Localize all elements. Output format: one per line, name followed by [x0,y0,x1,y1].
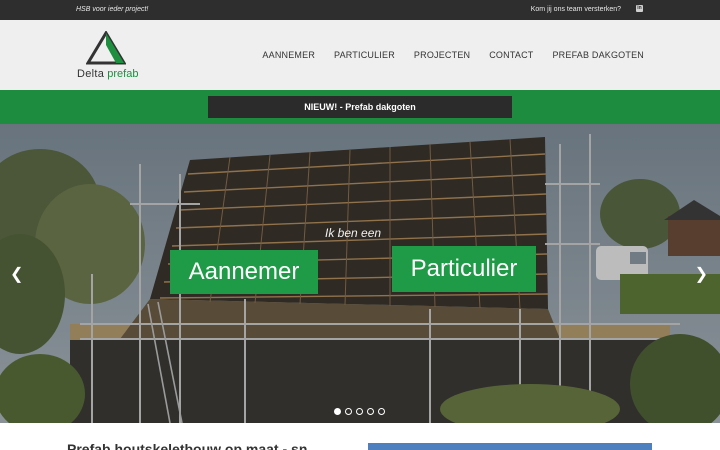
nav-item-particulier[interactable]: PARTICULIER [334,50,395,60]
intro-image [368,443,652,450]
hero-intro: Ik ben een [325,226,382,240]
intro-section: Prefab houtskeletbouw op maat - snel [0,423,720,450]
slider-dot-1[interactable] [334,408,341,415]
slider-dot-3[interactable] [356,408,363,415]
recruit-link[interactable]: Kom jij ons team versterken? [531,6,621,13]
logo-text: Delta prefab [77,68,139,80]
announcement-bar: NIEUW! - Prefab dakgoten [0,90,720,124]
site-header: Delta prefab AANNEMER PARTICULIER PROJEC… [0,20,720,90]
chevron-right-icon[interactable]: ❯ [695,264,708,284]
hero-photo [0,124,720,423]
chevron-left-icon[interactable]: ❮ [10,264,23,284]
announcement-button[interactable]: NIEUW! - Prefab dakgoten [208,96,512,118]
nav-item-prefab-dakgoten[interactable]: PREFAB DAKGOTEN [552,50,644,60]
main-nav: AANNEMER PARTICULIER PROJECTEN CONTACT P… [262,50,644,60]
particulier-button[interactable]: Particulier [392,246,536,292]
slider-dot-4[interactable] [367,408,374,415]
aannemer-button[interactable]: Aannemer [170,250,318,294]
slider-dot-2[interactable] [345,408,352,415]
logo[interactable]: Delta prefab [76,31,146,81]
logo-mark-icon [86,31,126,65]
nav-item-aannemer[interactable]: AANNEMER [262,50,315,60]
tagline: HSB voor ieder project! [76,6,149,13]
hero-slider: Ik ben een Aannemer Particulier ❮ ❯ [0,124,720,423]
nav-item-projecten[interactable]: PROJECTEN [414,50,470,60]
top-bar: HSB voor ieder project! Kom jij ons team… [0,0,720,20]
slider-dot-5[interactable] [378,408,385,415]
slider-dots [334,408,385,415]
linkedin-icon[interactable]: in [636,5,643,12]
nav-item-contact[interactable]: CONTACT [489,50,533,60]
intro-heading: Prefab houtskeletbouw op maat - snel [67,441,307,450]
